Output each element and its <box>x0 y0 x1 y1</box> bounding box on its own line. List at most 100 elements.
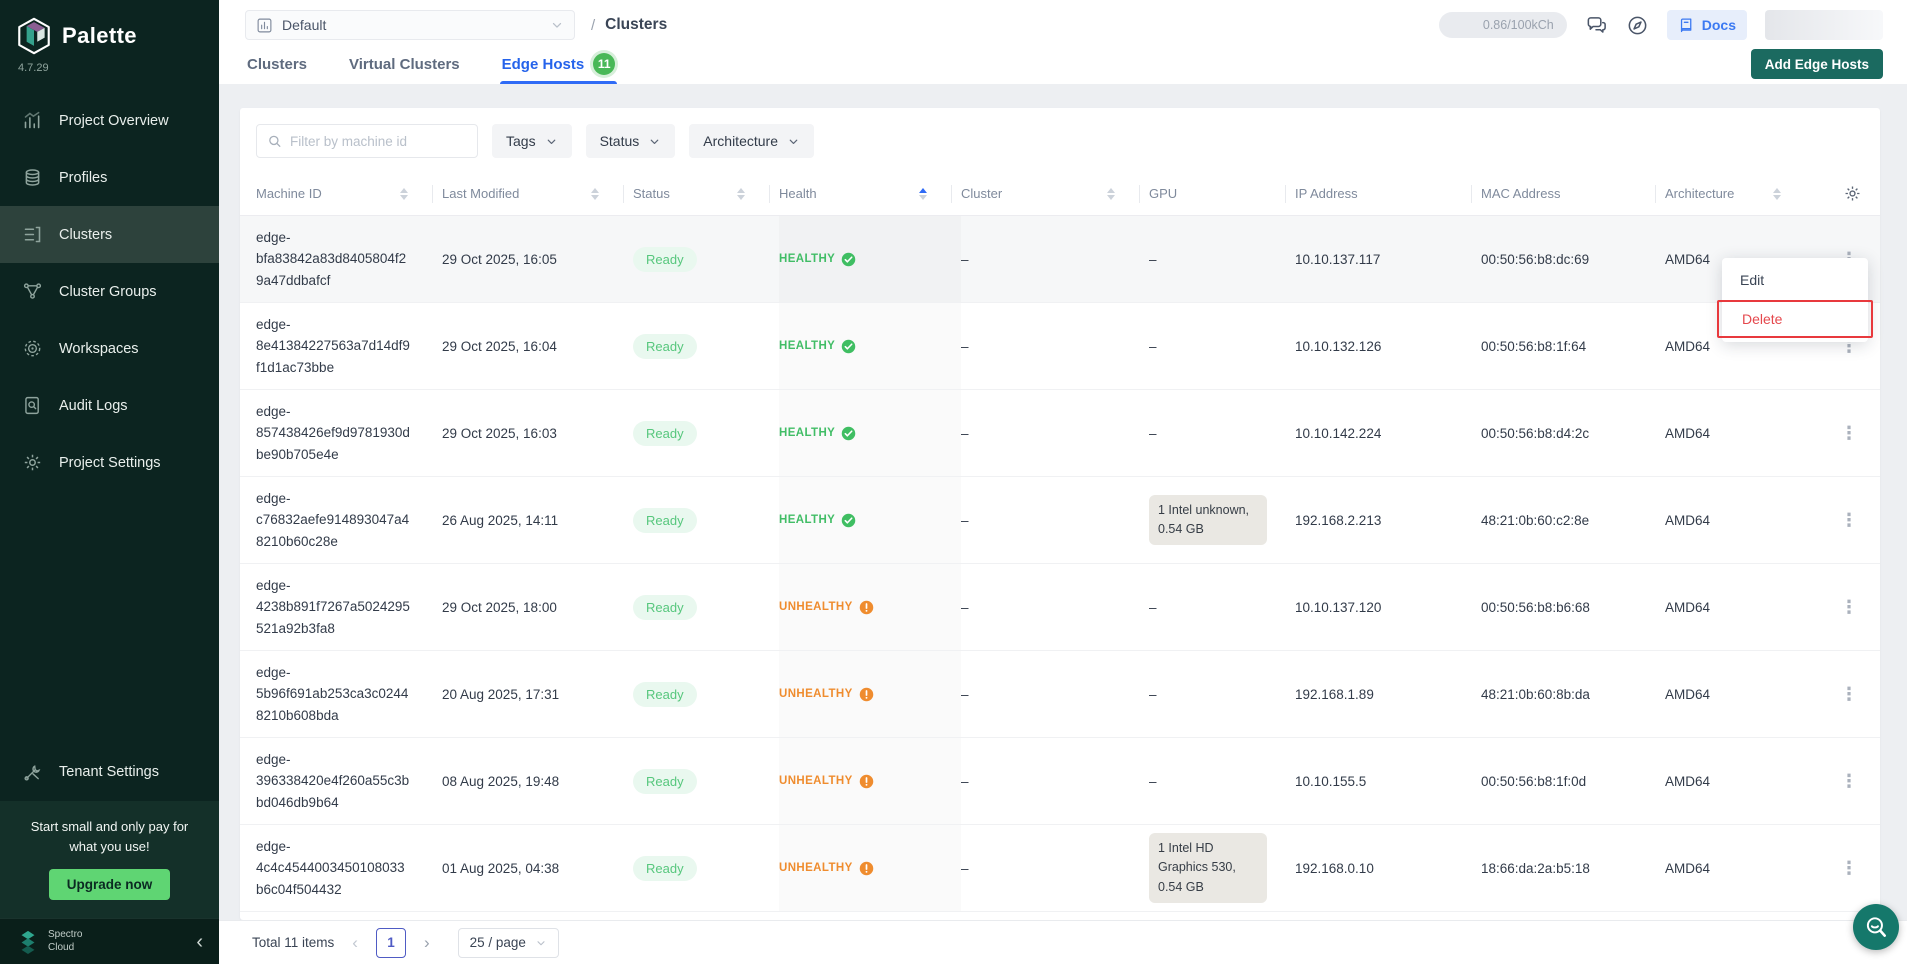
cluster: – <box>961 477 1149 563</box>
last-modified: 20 Aug 2025, 17:31 <box>442 651 633 737</box>
app-root: Palette 4.7.29 Project OverviewProfilesC… <box>0 0 1907 964</box>
status-badge: Ready <box>633 595 697 620</box>
column-header-health[interactable]: Health <box>779 172 961 215</box>
sidebar-item-profiles[interactable]: Profiles <box>0 149 219 206</box>
table-row[interactable]: edge-bfa83842a83d8405804f29a47ddbafcf29 … <box>240 216 1880 303</box>
row-actions-kebab-icon[interactable]: ⋮ <box>1834 681 1864 707</box>
chevron-down-icon <box>535 937 547 949</box>
mac-address: 00:50:56:b8:b6:68 <box>1481 564 1665 650</box>
context-menu-item-delete[interactable]: Delete <box>1717 300 1873 338</box>
table-row[interactable]: edge-4238b891f7267a5024295521a92b3fa829 … <box>240 564 1880 651</box>
row-actions-kebab-icon[interactable]: ⋮ <box>1834 768 1864 794</box>
table-row[interactable]: edge-c76832aefe914893047a48210b60c28e26 … <box>240 477 1880 564</box>
health-badge: UNHEALTHY <box>779 861 874 876</box>
row-actions-kebab-icon[interactable]: ⋮ <box>1834 507 1864 533</box>
gpu: – <box>1149 774 1157 789</box>
filter-status-dropdown[interactable]: Status <box>586 124 676 158</box>
check-circle-icon <box>841 252 856 267</box>
sidebar-collapse-icon[interactable]: ‹ <box>196 932 203 952</box>
sidebar-item-label: Profiles <box>59 170 107 186</box>
content: Tags Status Architecture Machine ID Last Mo… <box>219 84 1907 920</box>
status-badge: Ready <box>633 421 697 446</box>
main-area: Default / Clusters 0.86/100kCh Docs Clus… <box>219 0 1907 964</box>
column-header-cluster[interactable]: Cluster <box>961 172 1149 215</box>
table-row[interactable]: edge-8e41384227563a7d14df9f1d1ac73bbe 29 … <box>240 303 1880 390</box>
row-actions-kebab-icon[interactable]: ⋮ <box>1834 855 1864 881</box>
table-row[interactable]: edge-396338420e4f260a55c3bbd046db9b6408 … <box>240 738 1880 825</box>
tab-edge-hosts[interactable]: Edge Hosts11 <box>500 44 618 84</box>
last-modified: 29 Oct 2025, 16:04 <box>442 303 633 389</box>
palette-logo[interactable]: Palette <box>0 0 219 58</box>
machine-id[interactable]: edge-5b96f691ab253ca3c02448210b608bda <box>256 662 412 727</box>
tabs-row: Clusters Virtual Clusters Edge Hosts11 Add… <box>219 44 1907 84</box>
chat-icon[interactable] <box>1585 14 1608 37</box>
table-header: Machine ID Last ModifiedStatusHealthClust… <box>240 172 1880 216</box>
table-row[interactable]: edge-5b96f691ab253ca3c02448210b608bda 20 … <box>240 651 1880 738</box>
column-header-last-modified[interactable]: Last Modified <box>442 172 633 215</box>
pagination-prev-icon[interactable]: ‹ <box>348 933 362 953</box>
health-badge: HEALTHY <box>779 339 856 354</box>
context-menu-item-edit[interactable]: Edit <box>1722 262 1868 298</box>
sidebar-item-audit-logs[interactable]: Audit Logs <box>0 377 219 434</box>
machine-id[interactable]: edge-4c4c4544003450108033b6c04f504432 <box>256 836 412 901</box>
sidebar-item-project-overview[interactable]: Project Overview <box>0 92 219 149</box>
sidebar-item-tenant-settings[interactable]: Tenant Settings <box>0 744 219 801</box>
status-badge: Ready <box>633 856 697 881</box>
gpu: – <box>1149 426 1157 441</box>
tab-virtual-clusters[interactable]: Virtual Clusters <box>347 44 462 84</box>
project-selector[interactable]: Default <box>245 10 575 40</box>
sort-icons[interactable] <box>737 188 745 200</box>
gpu-tag: 1 Intel unknown, 0.54 GB <box>1149 495 1267 546</box>
compass-icon[interactable] <box>1626 14 1649 37</box>
sort-icons[interactable] <box>591 188 599 200</box>
machine-id[interactable]: edge-857438426ef9d9781930dbe90b705e4e <box>256 401 412 466</box>
sort-icons[interactable] <box>1107 188 1115 200</box>
architecture: AMD64 <box>1665 825 1815 911</box>
sidebar-item-project-settings[interactable]: Project Settings <box>0 434 219 491</box>
chart-icon <box>22 110 43 131</box>
column-label: Cluster <box>961 186 1002 201</box>
row-context-menu: EditDelete <box>1722 258 1868 342</box>
column-settings-gear-icon[interactable] <box>1843 184 1862 203</box>
sidebar-item-cluster-groups[interactable]: Cluster Groups <box>0 263 219 320</box>
warning-circle-icon <box>859 861 874 876</box>
ip-address: 192.168.2.213 <box>1295 477 1481 563</box>
filter-tags-dropdown[interactable]: Tags <box>492 124 572 158</box>
machine-id-search[interactable] <box>256 124 478 158</box>
help-chat-button[interactable] <box>1853 904 1899 950</box>
column-header-machine-id[interactable]: Machine ID <box>256 172 442 215</box>
sort-icons[interactable] <box>1773 188 1781 200</box>
chevron-down-icon <box>550 18 564 32</box>
machine-id[interactable]: edge-c76832aefe914893047a48210b60c28e <box>256 488 412 553</box>
warning-circle-icon <box>859 600 874 615</box>
column-header-status[interactable]: Status <box>633 172 779 215</box>
machine-id[interactable]: edge-4238b891f7267a5024295521a92b3fa8 <box>256 575 412 640</box>
sidebar-item-workspaces[interactable]: Workspaces <box>0 320 219 377</box>
add-edge-hosts-button[interactable]: Add Edge Hosts <box>1751 49 1883 79</box>
mac-address: 00:50:56:b8:d4:2c <box>1481 390 1665 476</box>
column-header-architecture[interactable]: Architecture <box>1665 172 1815 215</box>
search-input[interactable] <box>290 134 467 149</box>
health-badge: UNHEALTHY <box>779 687 874 702</box>
pagination-next-icon[interactable]: › <box>420 933 434 953</box>
filter-architecture-dropdown[interactable]: Architecture <box>689 124 814 158</box>
table-row[interactable]: edge-857438426ef9d9781930dbe90b705e4e29 … <box>240 390 1880 477</box>
column-label: Architecture <box>1665 186 1734 201</box>
sort-icons[interactable] <box>919 188 927 200</box>
table-row[interactable]: edge-4c4c4544003450108033b6c04f50443201 … <box>240 825 1880 912</box>
page-size-select[interactable]: 25 / page <box>458 928 559 958</box>
docs-link[interactable]: Docs <box>1667 10 1747 40</box>
user-menu-area[interactable] <box>1765 10 1883 40</box>
row-actions-kebab-icon[interactable]: ⋮ <box>1834 594 1864 620</box>
upgrade-now-button[interactable]: Upgrade now <box>49 869 171 900</box>
sidebar-item-clusters[interactable]: Clusters <box>0 206 219 263</box>
machine-id[interactable]: edge-8e41384227563a7d14df9f1d1ac73bbe <box>256 314 412 379</box>
ip-address: 10.10.142.224 <box>1295 390 1481 476</box>
tab-clusters[interactable]: Clusters <box>245 44 309 84</box>
sort-icons[interactable] <box>400 188 408 200</box>
machine-id[interactable]: edge-bfa83842a83d8405804f29a47ddbafcf <box>256 227 412 292</box>
pagination-current-page[interactable]: 1 <box>376 928 406 958</box>
column-label: Machine ID <box>256 186 322 201</box>
machine-id[interactable]: edge-396338420e4f260a55c3bbd046db9b64 <box>256 749 412 814</box>
row-actions-kebab-icon[interactable]: ⋮ <box>1834 420 1864 446</box>
